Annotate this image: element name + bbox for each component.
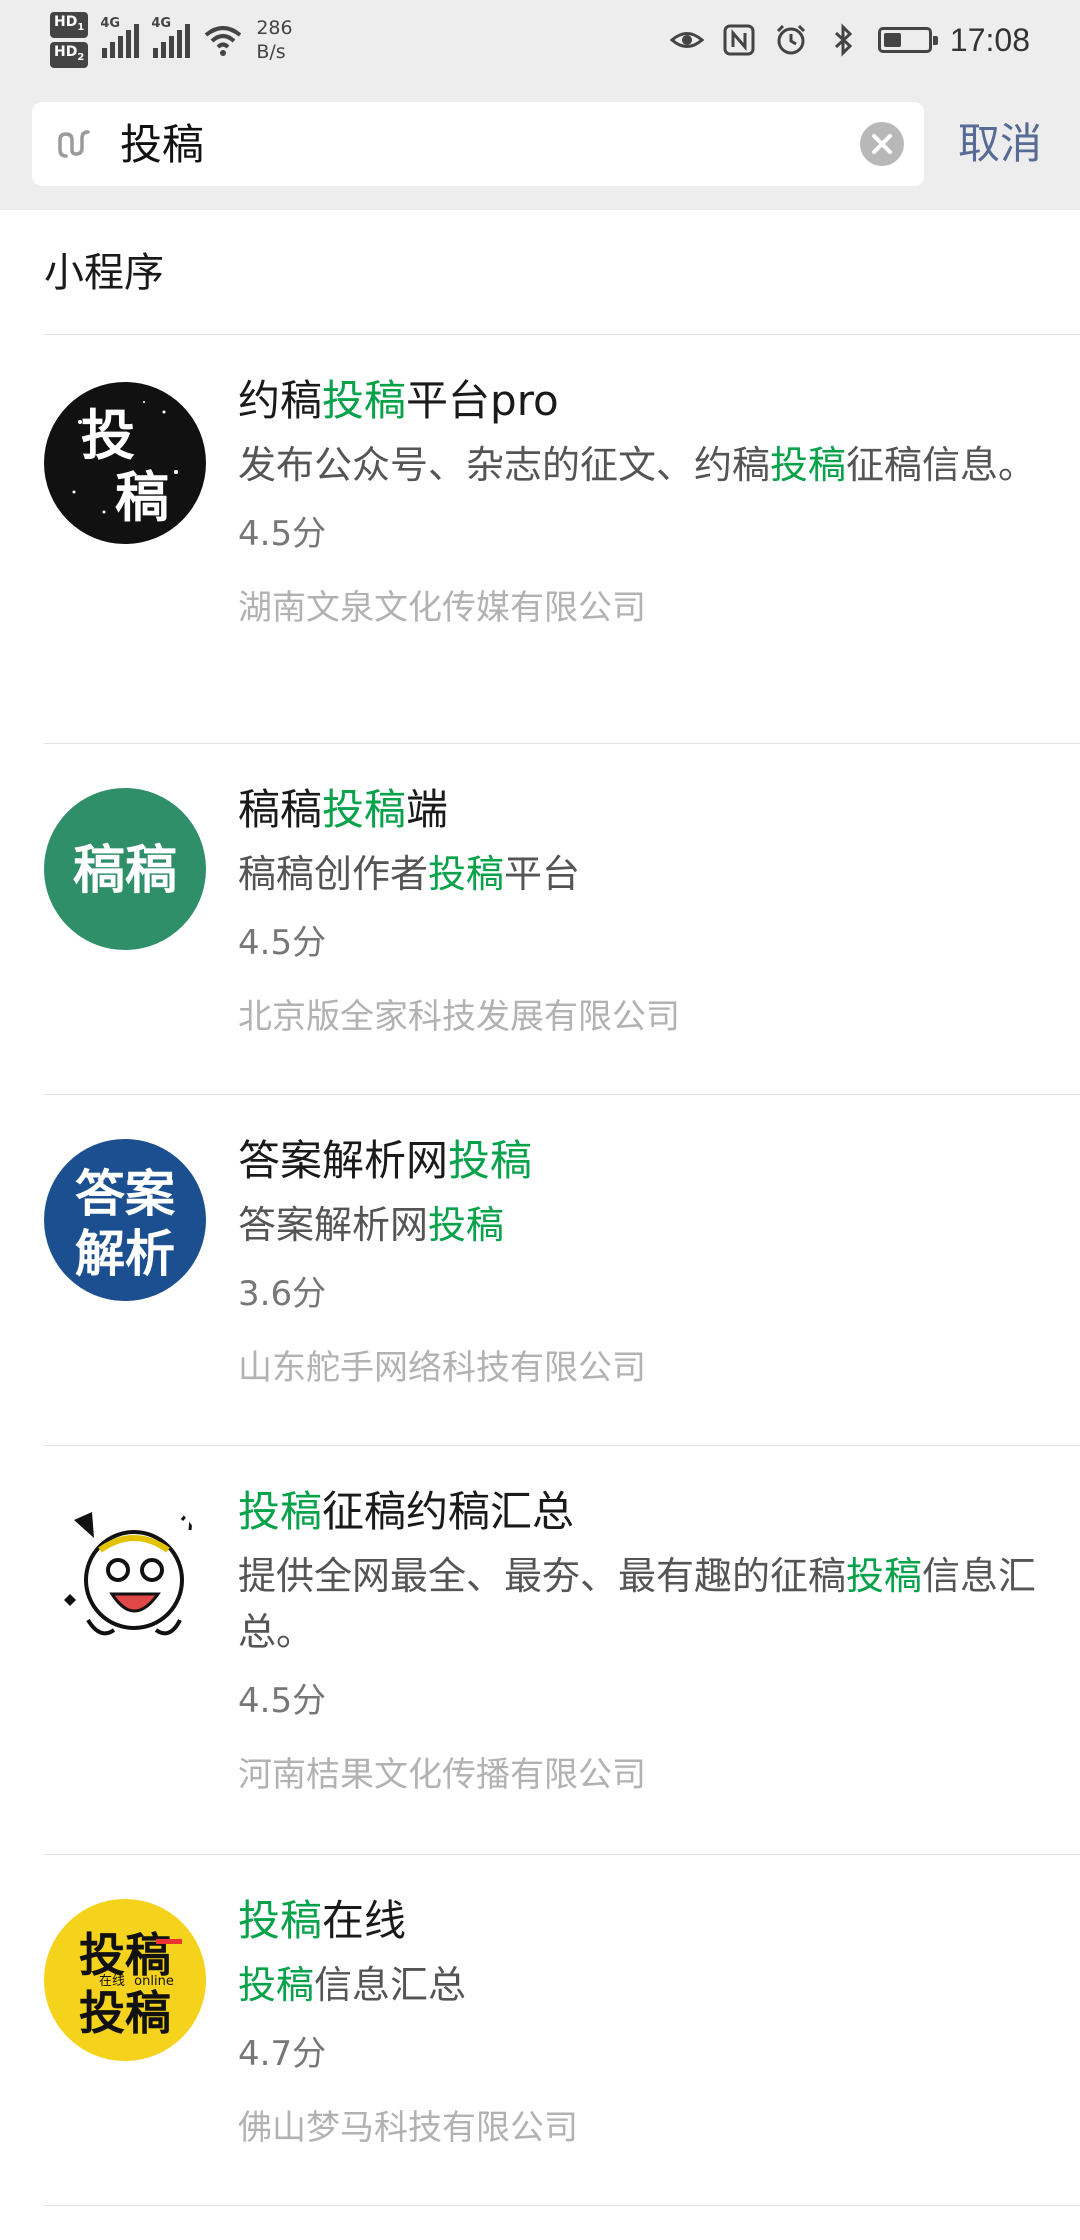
status-bar: HD1 HD2 4G 4G 286 B/s 17:08 <box>0 0 1080 80</box>
svg-text:投稿: 投稿 <box>79 1986 171 2040</box>
hd-badge-2: HD2 <box>50 42 89 68</box>
svg-text:稿稿: 稿稿 <box>73 841 177 901</box>
app-icon: 稿稿 <box>44 788 206 950</box>
network-type-label-2: 4G <box>151 16 172 31</box>
result-rating: 4.5分 <box>238 514 327 554</box>
svg-text:稿: 稿 <box>115 466 169 529</box>
app-logo: 投稿 在线 online 投稿 <box>79 1928 182 2040</box>
bluetooth-icon <box>834 23 853 57</box>
app-logo: 答案 解析 <box>75 1165 176 1283</box>
result-text: 投稿征稿约稿汇总 提供全网最全、最夯、最有趣的征稿投稿信息汇总。 4.5分 河南… <box>238 1486 1038 1798</box>
result-description: 提供全网最全、最夯、最有趣的征稿投稿信息汇总。 <box>238 1554 1037 1654</box>
svg-text:解析: 解析 <box>75 1225 175 1283</box>
close-icon <box>872 134 892 154</box>
result-title: 答案解析网投稿 <box>238 1136 533 1185</box>
result-description: 发布公众号、杂志的征文、约稿投稿征稿信息。 <box>238 443 1037 487</box>
eye-icon <box>669 32 704 48</box>
result-text: 稿稿投稿端 稿稿创作者投稿平台 4.5分 北京版全家科技发展有限公司 <box>238 784 1038 1040</box>
result-company: 北京版全家科技发展有限公司 <box>238 997 680 1037</box>
result-item[interactable]: 投稿征稿约稿汇总 提供全网最全、最夯、最有趣的征稿投稿信息汇总。 4.5分 河南… <box>0 1446 1080 1854</box>
app-logo: 投 稿 <box>72 401 178 529</box>
clock: 17:08 <box>949 21 1030 58</box>
mini-program-search-icon <box>58 130 90 158</box>
result-rating: 3.6分 <box>238 1274 327 1314</box>
result-title: 约稿投稿平台pro <box>238 376 559 425</box>
result-company: 佛山梦马科技有限公司 <box>238 2108 578 2148</box>
result-title: 投稿征稿约稿汇总 <box>238 1487 575 1536</box>
result-text: 投稿在线 投稿信息汇总 4.7分 佛山梦马科技有限公司 <box>238 1895 1038 2151</box>
result-title: 投稿在线 <box>238 1896 407 1945</box>
battery-icon <box>877 27 938 53</box>
battery-level <box>883 33 901 47</box>
section-title: 小程序 <box>44 250 164 296</box>
app-icon: 投稿 在线 online 投稿 <box>44 1899 206 2061</box>
signal-icon-2: 4G <box>151 16 191 58</box>
result-description: 投稿信息汇总 <box>238 1963 467 2007</box>
result-text: 约稿投稿平台pro 发布公众号、杂志的征文、约稿投稿征稿信息。 4.5分 湖南文… <box>238 375 1038 631</box>
result-description: 稿稿创作者投稿平台 <box>238 852 581 896</box>
result-rating: 4.5分 <box>238 923 327 963</box>
result-text: 答案解析网投稿 答案解析网投稿 3.6分 山东舵手网络科技有限公司 <box>238 1135 1038 1391</box>
signal-icon-1: 4G <box>100 16 140 58</box>
result-description: 答案解析网投稿 <box>238 1203 505 1247</box>
svg-text:答案: 答案 <box>75 1165 176 1223</box>
search-box[interactable] <box>32 102 924 188</box>
result-item[interactable]: 稿稿 稿稿投稿端 稿稿创作者投稿平台 4.5分 北京版全家科技发展有限公司 <box>0 744 1080 1094</box>
network-speed-unit: B/s <box>256 41 286 63</box>
wifi-icon <box>205 26 242 56</box>
alarm-icon <box>776 24 805 55</box>
clear-search-button[interactable] <box>860 122 904 166</box>
app-icon: 答案 解析 <box>44 1139 206 1301</box>
result-title: 稿稿投稿端 <box>238 785 449 834</box>
hd-indicators: HD1 HD2 <box>50 12 89 68</box>
nfc-icon <box>723 24 755 56</box>
result-rating: 4.7分 <box>238 2034 327 2074</box>
status-left: HD1 HD2 4G 4G 286 B/s <box>50 10 293 70</box>
hd-badge-1: HD1 <box>50 12 89 38</box>
result-item[interactable]: 投稿 在线 online 投稿 投稿在线 投稿信息汇总 4.7分 佛山梦马科技有… <box>0 1855 1080 2205</box>
app-icon <box>44 1490 206 1652</box>
result-company: 湖南文泉文化传媒有限公司 <box>238 588 646 628</box>
result-divider <box>44 2205 1080 2206</box>
search-input[interactable] <box>118 102 862 188</box>
result-rating: 4.5分 <box>238 1681 327 1721</box>
result-item[interactable]: 投 稿 约稿投稿平台pro 发布公众号、杂志的征文、约稿投稿征稿信息。 4.5分… <box>0 335 1080 743</box>
svg-text:投: 投 <box>81 404 135 467</box>
result-company: 山东舵手网络科技有限公司 <box>238 1348 646 1388</box>
status-right: 17:08 <box>669 18 1030 62</box>
cancel-button[interactable]: 取消 <box>958 102 1042 186</box>
network-speed: 286 B/s <box>256 16 292 64</box>
result-company: 河南桔果文化传播有限公司 <box>238 1755 646 1795</box>
cartoon-face-icon <box>64 1503 194 1636</box>
network-type-label-1: 4G <box>100 16 121 31</box>
network-speed-value: 286 <box>256 17 293 39</box>
search-header: 取消 <box>0 80 1080 210</box>
result-item[interactable]: 答案 解析 答案解析网投稿 答案解析网投稿 3.6分 山东舵手网络科技有限公司 <box>0 1095 1080 1445</box>
app-logo: 稿稿 <box>73 841 177 901</box>
app-icon: 投 稿 <box>44 382 206 544</box>
